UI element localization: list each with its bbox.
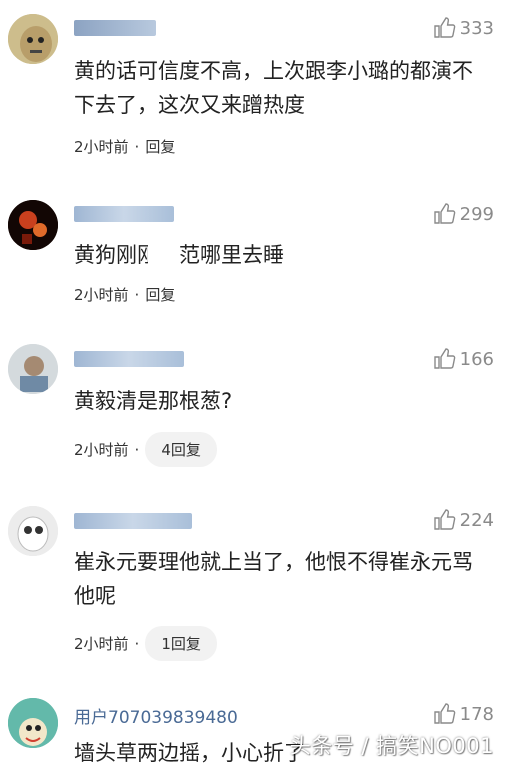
blurred-username <box>74 20 156 36</box>
reply-link[interactable]: 回复 <box>145 136 175 157</box>
thumbs-up-icon <box>433 203 455 224</box>
username[interactable] <box>74 18 156 38</box>
reply-count-button[interactable]: 1回复 <box>145 626 217 661</box>
avatar[interactable] <box>8 200 58 250</box>
like-count: 178 <box>459 703 494 725</box>
like-button[interactable]: 166 <box>432 347 494 371</box>
username[interactable] <box>74 511 192 531</box>
username[interactable] <box>74 349 184 369</box>
comment-meta: 2小时前 · 回复 <box>74 136 175 157</box>
like-count: 166 <box>459 348 494 370</box>
comment-meta: 2小时前 · 4回复 <box>74 432 217 467</box>
avatar[interactable] <box>8 344 58 394</box>
blurred-username <box>74 351 184 367</box>
thumbs-up-icon <box>433 703 455 724</box>
reply-count-button[interactable]: 4回复 <box>145 432 217 467</box>
comment-meta: 2小时前 · 1回复 <box>74 626 217 661</box>
time-label: 2小时前 <box>74 635 129 653</box>
separator: · <box>134 440 140 459</box>
separator: · <box>134 634 140 653</box>
like-count: 333 <box>459 17 494 39</box>
thumbs-up-icon <box>433 17 455 38</box>
comment-text: 黄狗刚刚到范哪里去睡 <box>74 243 284 267</box>
watermark: 头条号 / 搞笑NO001 <box>289 734 494 758</box>
comment-text: 黄的话可信度不高，上次跟李小璐的都演不下去了，这次又来蹭热度 <box>74 59 473 117</box>
like-button[interactable]: 333 <box>432 16 494 40</box>
avatar[interactable] <box>8 14 58 64</box>
comment-text: 崔永元要理他就上当了，他恨不得崔永元骂他呢 <box>74 550 473 608</box>
like-count: 224 <box>459 509 494 531</box>
username[interactable]: 用户707039839480 <box>74 703 238 728</box>
like-button[interactable]: 178 <box>432 702 494 726</box>
thumbs-up-icon <box>433 509 455 530</box>
like-button[interactable]: 224 <box>432 508 494 532</box>
avatar[interactable] <box>8 698 58 748</box>
time-label: 2小时前 <box>74 441 129 459</box>
like-button[interactable]: 299 <box>432 202 494 226</box>
like-count: 299 <box>459 203 494 225</box>
censor-block <box>148 242 178 268</box>
time-label: 2小时前 <box>74 286 129 304</box>
time-label: 2小时前 <box>74 138 129 156</box>
thumbs-up-icon <box>433 348 455 369</box>
username[interactable] <box>74 204 174 224</box>
separator: · <box>134 285 140 304</box>
comment-meta: 2小时前 · 回复 <box>74 284 175 305</box>
reply-link[interactable]: 回复 <box>145 284 175 305</box>
avatar[interactable] <box>8 506 58 556</box>
blurred-username <box>74 206 174 222</box>
comment-text: 黄毅清是那根葱? <box>74 389 233 413</box>
separator: · <box>134 137 140 156</box>
blurred-username <box>74 513 192 529</box>
